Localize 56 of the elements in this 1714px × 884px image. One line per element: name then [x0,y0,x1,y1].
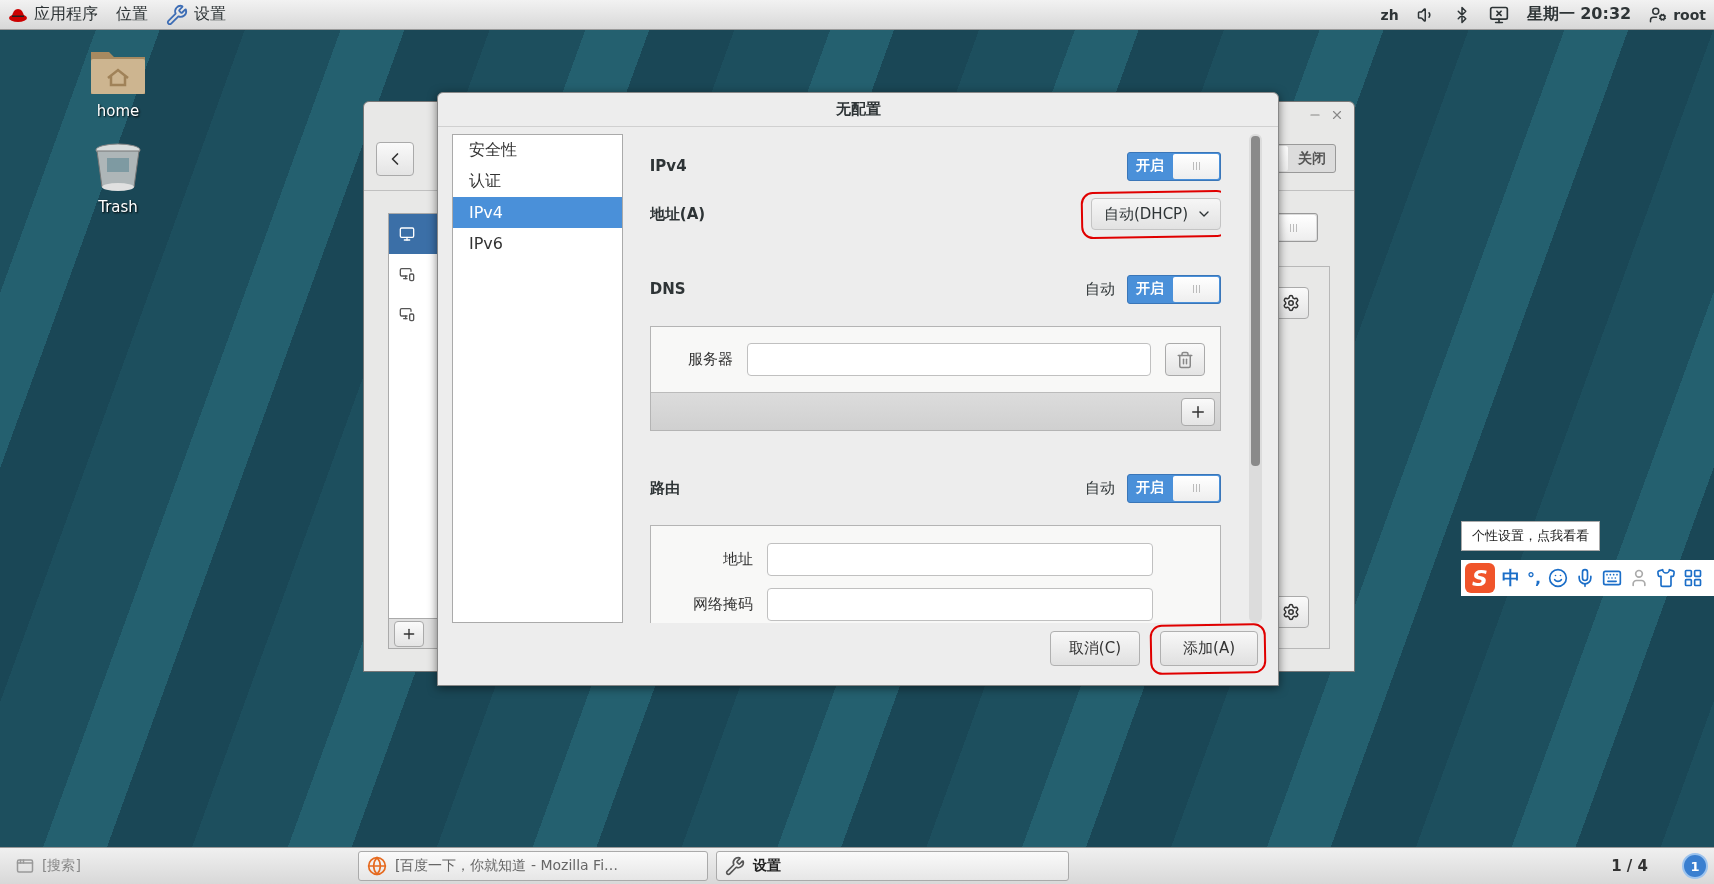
tools-icon[interactable] [166,3,188,26]
input-field[interactable] [766,543,1153,576]
desktop-icon-label[interactable]: Trash [98,198,138,216]
field-label: 地址 [721,550,753,569]
field-label: 服务器 [686,350,733,369]
input-field[interactable] [766,588,1153,621]
section-label: DNS [649,280,686,298]
taskbar-window-button[interactable]: [百度一下，你就知道 - Mozilla Fi… [358,851,708,881]
input-mode-toggle[interactable]: 中 [1502,566,1520,590]
add-button[interactable]: 添加(A) [1160,631,1258,666]
network-icon[interactable] [1488,4,1509,25]
dialog-title: 无配置 [438,93,1278,127]
menu-item[interactable]: 设置 [194,4,226,25]
cancel-button[interactable]: 取消(C) [1049,631,1141,666]
ime-logo[interactable]: S [1465,563,1495,593]
desktop-icon-label[interactable]: home [96,102,140,120]
taskbar-window-button[interactable]: 设置 [716,851,1069,881]
section-label: IPv4 [649,157,687,175]
hat-icon[interactable] [8,6,28,23]
grid-icon[interactable] [1683,568,1704,588]
tooltip: 个性设置，点我看看 [1461,521,1600,551]
menu-item[interactable]: 应用程序 [34,4,98,25]
keyboard-icon[interactable] [1602,568,1623,588]
gear-icon [1282,603,1300,621]
trash-can-icon[interactable] [93,142,143,192]
user-name[interactable]: root [1673,6,1706,23]
user-icon[interactable] [1649,5,1668,24]
menu-item[interactable]: 位置 [116,4,148,25]
field-label: 网络掩码 [691,595,753,614]
section-label: 路由 [649,478,680,498]
punctuation-toggle[interactable]: °, [1527,568,1542,588]
tools-icon [725,856,745,876]
add-button[interactable] [394,620,424,647]
field-label: 地址(A) [649,204,706,224]
devices-icon [399,266,415,282]
gear-icon [1282,294,1300,312]
clock[interactable]: 星期一 20:32 [1526,4,1632,25]
sidebar-item[interactable]: IPv6 [453,228,622,259]
sidebar-item[interactable]: 认证 [453,166,622,197]
devices-icon [399,306,415,322]
input-method-indicator[interactable]: zh [1380,6,1399,23]
input-field[interactable] [746,343,1151,376]
auto-label: 自动 [1085,478,1115,498]
shirt-icon[interactable] [1656,568,1677,588]
delete-button[interactable] [1164,343,1205,376]
sidebar-item[interactable]: 安全性 [453,135,622,166]
browser-icon [367,856,387,876]
monitor-icon [399,226,415,242]
notification-badge[interactable]: 1 [1682,853,1708,879]
method-dropdown[interactable]: 自动(DHCP) [1090,198,1221,230]
emoji-icon[interactable] [1548,568,1569,588]
add-button[interactable] [1181,397,1215,426]
workspace-indicator[interactable]: 1 / 4 [1611,857,1648,875]
scrollbar[interactable] [1249,134,1262,623]
trash-icon [1175,350,1194,369]
auto-label: 自动 [1085,279,1115,299]
